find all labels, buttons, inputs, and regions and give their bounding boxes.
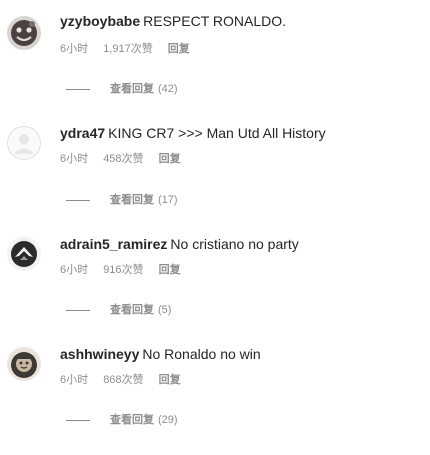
comment-username[interactable]: adrain5_ramirez <box>60 236 167 252</box>
view-replies-button[interactable]: 查看回复 (29) <box>66 413 178 427</box>
comment-username[interactable]: ydra47 <box>60 125 105 141</box>
default-profile-avatar-icon <box>7 126 41 160</box>
view-replies-button[interactable]: 查看回复 (17) <box>66 193 178 207</box>
avatar[interactable] <box>7 347 41 381</box>
view-replies-count: (42) <box>158 83 178 95</box>
comment-body: ydra47 KING CR7 >>> Man Utd All History <box>60 124 326 142</box>
view-replies-label: 查看回复 <box>110 304 154 316</box>
reply-button[interactable]: 回复 <box>168 43 190 55</box>
comment-body: ashhwineyy No Ronaldo no win <box>60 345 261 363</box>
comment-item: ydra47 KING CR7 >>> Man Utd All History 6… <box>0 124 430 234</box>
comment-time: 6小时 <box>60 153 89 165</box>
comment-text: KING CR7 >>> Man Utd All History <box>108 125 326 141</box>
comment-likes: 458次赞 <box>103 153 144 165</box>
avatar[interactable] <box>7 126 41 160</box>
comment-text: No Ronaldo no win <box>142 346 261 362</box>
avatar[interactable] <box>7 237 41 271</box>
view-replies-button[interactable]: 查看回复 (42) <box>66 82 178 96</box>
comment-username[interactable]: ashhwineyy <box>60 346 139 362</box>
comment-time: 6小时 <box>60 374 89 386</box>
divider-line <box>66 419 90 421</box>
view-replies-label: 查看回复 <box>110 414 154 426</box>
view-replies-count: (29) <box>158 414 178 426</box>
view-replies-label: 查看回复 <box>110 194 154 206</box>
view-replies-button[interactable]: 查看回复 (5) <box>66 303 171 317</box>
reply-button[interactable]: 回复 <box>159 153 181 165</box>
bird-logo-avatar-icon <box>7 237 41 271</box>
comment-likes: 916次赞 <box>103 264 144 276</box>
character-avatar-icon <box>7 347 41 381</box>
view-replies-count: (5) <box>158 304 172 316</box>
comment-text: RESPECT RONALDO. <box>143 13 287 29</box>
avatar[interactable] <box>7 16 41 50</box>
comment-body: adrain5_ramirez No cristiano no party <box>60 235 299 253</box>
divider-line <box>66 199 90 201</box>
view-replies-label: 查看回复 <box>110 83 154 95</box>
comment-username[interactable]: yzyboybabe <box>60 13 140 29</box>
comment-meta: 6小时 458次赞 回复 <box>60 152 193 166</box>
comment-text: No cristiano no party <box>170 236 299 252</box>
comment-item: yzyboybabe RESPECT RONALDO. 6小时 1,917次赞 回… <box>0 12 430 122</box>
comment-meta: 6小时 916次赞 回复 <box>60 263 193 277</box>
reply-button[interactable]: 回复 <box>159 264 181 276</box>
comment-likes: 868次赞 <box>103 374 144 386</box>
dark-emoji-avatar-icon <box>7 16 41 50</box>
comment-meta: 6小时 1,917次赞 回复 <box>60 42 202 56</box>
comment-item: adrain5_ramirez No cristiano no party 6小时… <box>0 235 430 345</box>
divider-line <box>66 309 90 311</box>
comment-item: ashhwineyy No Ronaldo no win 6小时 868次赞 回复… <box>0 345 430 455</box>
view-replies-count: (17) <box>158 194 178 206</box>
reply-button[interactable]: 回复 <box>159 374 181 386</box>
comment-time: 6小时 <box>60 43 89 55</box>
divider-line <box>66 88 90 90</box>
comment-time: 6小时 <box>60 264 89 276</box>
comment-meta: 6小时 868次赞 回复 <box>60 373 193 387</box>
comment-body: yzyboybabe RESPECT RONALDO. <box>60 12 286 30</box>
comment-list: yzyboybabe RESPECT RONALDO. 6小时 1,917次赞 回… <box>0 0 430 440</box>
comment-likes: 1,917次赞 <box>103 43 153 55</box>
